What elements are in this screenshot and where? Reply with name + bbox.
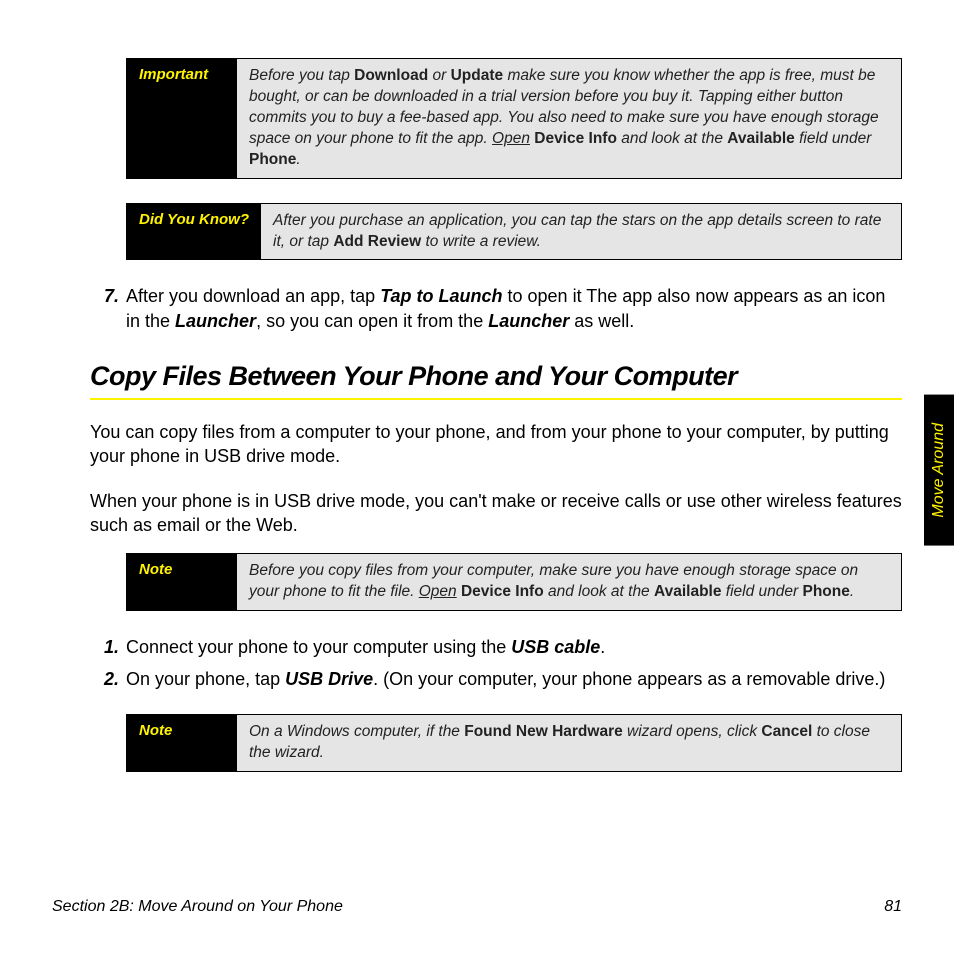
callout-body-important: Before you tap Download or Update make s… (237, 59, 901, 178)
callout-note-2: Note On a Windows computer, if the Found… (126, 714, 902, 772)
step-text: Connect your phone to your computer usin… (126, 637, 605, 657)
callout-label-didyouknow: Did You Know? (127, 204, 261, 260)
callout-didyouknow: Did You Know? After you purchase an appl… (126, 203, 902, 261)
callout-note-1: Note Before you copy files from your com… (126, 553, 902, 611)
callout-body-note1: Before you copy files from your computer… (237, 554, 901, 610)
footer-section: Section 2B: Move Around on Your Phone (52, 898, 343, 916)
step-7: 7. After you download an app, tap Tap to… (126, 284, 902, 333)
step-text: After you download an app, tap Tap to La… (126, 286, 885, 330)
list-item: 1.Connect your phone to your computer us… (126, 635, 902, 659)
step-list-top: 7. After you download an app, tap Tap to… (90, 284, 902, 333)
step-list-usb: 1. Connect your phone to your computer us… (90, 635, 902, 692)
step-number: 2. (104, 667, 119, 691)
page-footer: Section 2B: Move Around on Your Phone 81 (52, 898, 902, 916)
callout-label-note1: Note (127, 554, 237, 610)
step-number: 7. (104, 284, 119, 308)
body-paragraph-1: You can copy files from a computer to yo… (90, 420, 902, 469)
callout-body-didyouknow: After you purchase an application, you c… (261, 204, 901, 260)
body-paragraph-2: When your phone is in USB drive mode, yo… (90, 489, 902, 538)
callout-important: Important Before you tap Download or Upd… (126, 58, 902, 179)
callout-label-note2: Note (127, 715, 237, 771)
footer-page-number: 81 (884, 898, 902, 916)
list-item: 2.On your phone, tap USB Drive. (On your… (126, 667, 902, 691)
callout-body-note2: On a Windows computer, if the Found New … (237, 715, 901, 771)
step-number: 1. (104, 635, 119, 659)
step-text: On your phone, tap USB Drive. (On your c… (126, 669, 885, 689)
side-tab: Move Around (924, 395, 954, 546)
section-heading: Copy Files Between Your Phone and Your C… (90, 361, 902, 400)
callout-label-important: Important (127, 59, 237, 178)
